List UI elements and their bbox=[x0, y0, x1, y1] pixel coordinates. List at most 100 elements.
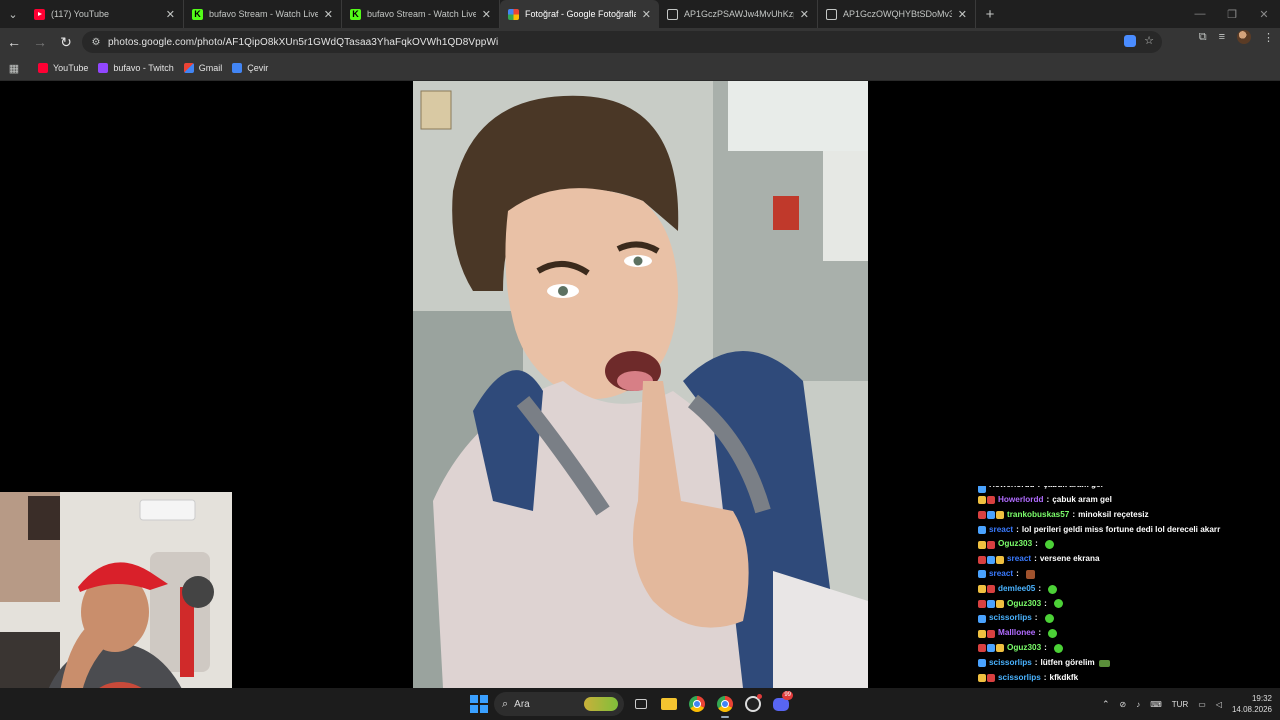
chat-text: lütfen görelim bbox=[1040, 657, 1095, 667]
obs-icon[interactable] bbox=[742, 693, 764, 715]
close-icon[interactable]: ✕ bbox=[642, 8, 651, 21]
clock[interactable]: 19:32 14.08.2026 bbox=[1232, 693, 1272, 715]
chat-username[interactable]: sreact bbox=[1007, 552, 1031, 567]
volume-icon[interactable]: ◁ bbox=[1216, 700, 1222, 709]
bookmark-star-icon[interactable]: ☆ bbox=[1144, 34, 1154, 47]
tab-kick-stream-1[interactable]: K bufavo Stream - Watch Live on ✕ bbox=[184, 0, 342, 28]
url-text[interactable]: photos.google.com/photo/AF1QipO8kXUn5r1G… bbox=[108, 37, 498, 48]
menu-kebab-icon[interactable]: ⋮ bbox=[1263, 31, 1274, 44]
windows-taskbar: ⌕ Ara 99 ⌃ ⊘ ♪ ⌨ TUR ▭ ◁ 19:32 14.08.202… bbox=[0, 688, 1280, 720]
displayed-photo[interactable] bbox=[413, 81, 868, 688]
bookmark-translate[interactable]: Çevir bbox=[232, 63, 268, 73]
close-icon[interactable]: ✕ bbox=[324, 8, 333, 21]
tab-google-photos[interactable]: Fotoğraf - Google Fotoğraflar ✕ bbox=[500, 0, 659, 28]
chrome-icon[interactable] bbox=[686, 693, 708, 715]
keyboard-icon[interactable]: ⌨ bbox=[1150, 700, 1162, 709]
new-tab-button[interactable]: + bbox=[976, 0, 1004, 28]
file-explorer-icon[interactable] bbox=[658, 693, 680, 715]
display-icon[interactable]: ▭ bbox=[1198, 700, 1206, 709]
chat-username[interactable]: scissorlips bbox=[989, 656, 1032, 671]
search-placeholder: Ara bbox=[514, 698, 530, 710]
chat-badges bbox=[978, 570, 986, 579]
globe-icon bbox=[826, 8, 837, 20]
chat-badges bbox=[978, 555, 1004, 564]
chat-username[interactable]: Oguz303 bbox=[998, 537, 1032, 552]
chat-username[interactable]: sreact bbox=[989, 567, 1013, 582]
close-icon[interactable]: ✕ bbox=[958, 8, 967, 21]
close-icon[interactable]: ✕ bbox=[800, 8, 809, 21]
tab-search-chevron-icon[interactable]: ⌄ bbox=[0, 0, 26, 28]
chat-username[interactable]: Howerlordd bbox=[998, 493, 1044, 508]
chat-username[interactable]: scissorlips bbox=[989, 611, 1032, 626]
google-lens-icon[interactable] bbox=[1124, 34, 1137, 47]
chat-username[interactable]: scissorlips bbox=[998, 671, 1041, 686]
chat-username[interactable]: sreact bbox=[989, 523, 1013, 538]
chat-username[interactable]: demlee05 bbox=[998, 582, 1035, 597]
tab-image-2[interactable]: AP1GczOWQHYBtSDoMv3dt01 ✕ bbox=[818, 0, 976, 28]
badge-icon bbox=[978, 614, 986, 623]
media-controls-icon[interactable]: ≡ bbox=[1219, 31, 1225, 43]
reload-icon[interactable]: ↻ bbox=[54, 30, 78, 54]
search-highlight-icon bbox=[584, 697, 618, 711]
chat-separator: : bbox=[1043, 672, 1047, 682]
tab-youtube[interactable]: (117) YouTube ✕ bbox=[26, 0, 184, 28]
microphone-icon[interactable]: ♪ bbox=[1136, 700, 1140, 709]
close-window-icon[interactable]: ✕ bbox=[1248, 0, 1280, 28]
minimize-icon[interactable]: — bbox=[1184, 0, 1216, 28]
badge-icon bbox=[978, 673, 986, 682]
chat-username[interactable]: Malllonee bbox=[998, 626, 1035, 641]
chat-message: scissorlips: lütfen görelim bbox=[978, 656, 1278, 671]
chat-badges bbox=[978, 599, 1004, 608]
chat-message: Howerlordd:çabuk aram gel bbox=[978, 493, 1278, 508]
language-indicator[interactable]: TUR bbox=[1172, 700, 1188, 709]
bookmark-youtube[interactable]: YouTube bbox=[38, 63, 88, 73]
windows-start-icon[interactable] bbox=[470, 695, 488, 713]
apps-grid-icon[interactable]: ▦ bbox=[0, 62, 28, 75]
tab-image-1[interactable]: AP1GczPSAWJw4MvUhKzpfJOc ✕ bbox=[659, 0, 818, 28]
bookmarks-bar: ▦ YouTube bufavo - Twitch Gmail Çevir bbox=[0, 56, 1280, 81]
close-icon[interactable]: ✕ bbox=[166, 8, 175, 21]
badge-icon bbox=[987, 511, 995, 520]
youtube-icon bbox=[38, 63, 48, 73]
emote-icon bbox=[1048, 629, 1058, 639]
badge-icon bbox=[987, 585, 995, 594]
badge-icon bbox=[978, 525, 986, 534]
chat-separator: : bbox=[1044, 598, 1047, 608]
badge-icon bbox=[978, 659, 986, 668]
chat-message: demlee05: bbox=[978, 582, 1278, 597]
badge-icon bbox=[987, 496, 995, 505]
chat-message: sreact: bbox=[978, 567, 1278, 582]
close-icon[interactable]: ✕ bbox=[482, 8, 491, 21]
badge-icon bbox=[996, 644, 1004, 653]
chat-message: Howerlordd:çabuk aram gel bbox=[978, 486, 1278, 493]
profile-avatar[interactable] bbox=[1237, 30, 1251, 44]
chat-separator: : bbox=[1016, 524, 1019, 534]
bookmark-label: Gmail bbox=[198, 63, 223, 73]
tab-label: bufavo Stream - Watch Live on bbox=[209, 9, 318, 19]
discord-icon[interactable]: 99 bbox=[770, 691, 793, 715]
address-bar[interactable]: ⚙ photos.google.com/photo/AF1QipO8kXUn5r… bbox=[82, 31, 1162, 53]
back-icon[interactable]: ← bbox=[2, 30, 26, 54]
chat-username[interactable]: trankobuskas57 bbox=[1007, 508, 1069, 523]
site-info-icon[interactable]: ⚙ bbox=[86, 37, 106, 48]
tab-kick-stream-2[interactable]: K bufavo Stream - Watch Live on ✕ bbox=[342, 0, 500, 28]
chevron-up-icon[interactable]: ⌃ bbox=[1102, 699, 1110, 710]
maximize-icon[interactable]: ❐ bbox=[1216, 0, 1248, 28]
bookmark-label: Çevir bbox=[247, 63, 269, 73]
chat-username[interactable]: Oguz303 bbox=[1007, 641, 1041, 656]
task-view-icon[interactable] bbox=[630, 693, 652, 715]
chat-username[interactable]: Oguz303 bbox=[1007, 597, 1041, 612]
forward-icon[interactable]: → bbox=[28, 30, 52, 54]
bookmark-twitch[interactable]: bufavo - Twitch bbox=[98, 63, 174, 73]
extensions-icon[interactable]: ⧉ bbox=[1199, 31, 1207, 44]
clock-date: 14.08.2026 bbox=[1231, 705, 1272, 714]
emote-icon bbox=[1053, 643, 1063, 653]
chrome-profile-icon[interactable] bbox=[714, 693, 736, 718]
chat-separator: : bbox=[1038, 583, 1042, 593]
mic-off-icon[interactable]: ⊘ bbox=[1120, 700, 1127, 709]
badge-icon bbox=[978, 629, 986, 638]
chat-text: çabuk aram gel bbox=[1052, 495, 1112, 504]
taskbar-search[interactable]: ⌕ Ara bbox=[494, 692, 624, 716]
bookmark-gmail[interactable]: Gmail bbox=[183, 63, 223, 73]
chat-username[interactable]: Howerlordd bbox=[989, 486, 1035, 493]
